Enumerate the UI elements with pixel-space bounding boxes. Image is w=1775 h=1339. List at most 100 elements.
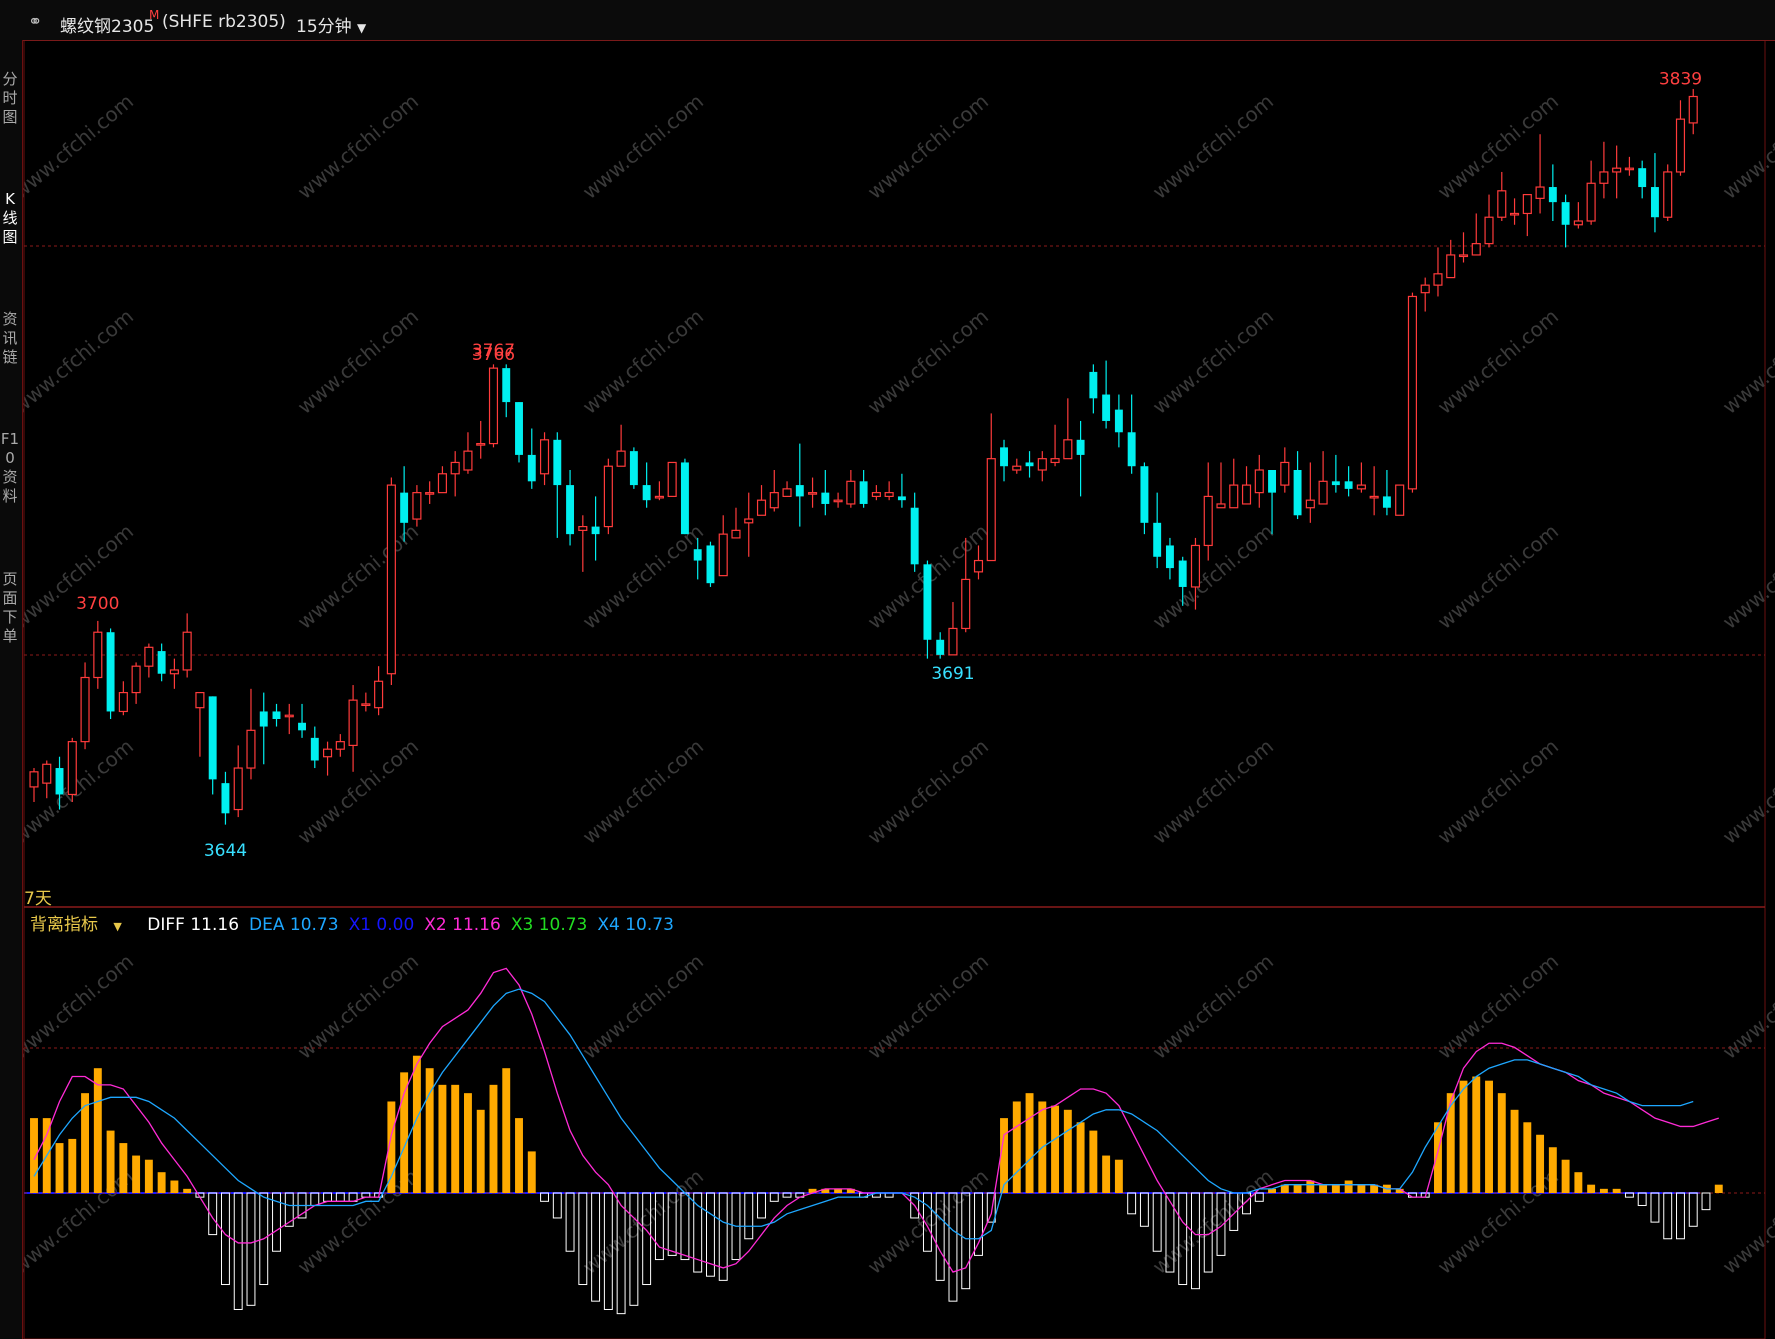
candle-body-down bbox=[923, 564, 932, 640]
candle-body-down bbox=[553, 439, 562, 486]
histogram-bar-negative bbox=[540, 1192, 549, 1202]
watermark-text: www.cfchi.com bbox=[293, 519, 423, 634]
histogram-bar-negative bbox=[974, 1192, 983, 1256]
tab-timeshare[interactable]: 分时图 bbox=[0, 70, 20, 127]
candle-body-up bbox=[1190, 544, 1201, 588]
instrument-code: (SHFE rb2305) bbox=[162, 12, 286, 32]
watermark-text: www.cfchi.com bbox=[863, 89, 993, 204]
watermark-text: www.cfchi.com bbox=[1148, 1164, 1278, 1279]
histogram-bar-positive bbox=[1446, 1093, 1455, 1193]
histogram-bar-positive bbox=[527, 1151, 536, 1193]
candle-body-down bbox=[298, 722, 306, 731]
candle-body-up bbox=[42, 763, 52, 784]
candle-body-up bbox=[1241, 484, 1252, 505]
candle-body-up bbox=[361, 703, 371, 707]
candle-body-up bbox=[1318, 480, 1328, 505]
watermark-text: www.cfchi.com bbox=[8, 89, 138, 204]
candle-body-up bbox=[476, 442, 486, 446]
histogram-bar-positive bbox=[1293, 1184, 1302, 1193]
range-label[interactable]: 7天 bbox=[24, 884, 52, 909]
candle-body-down bbox=[1382, 496, 1391, 508]
histogram-bar-positive bbox=[1472, 1076, 1481, 1193]
candle-body-up bbox=[1229, 484, 1239, 509]
instrument-name[interactable]: 螺纹钢2305 bbox=[60, 12, 154, 37]
watermark-text: www.cfchi.com bbox=[293, 304, 423, 419]
watermark-text: www.cfchi.com bbox=[1148, 304, 1278, 419]
chart-header-bar: ⚭ 螺纹钢2305 M (SHFE rb2305) 15分钟 ▼ bbox=[0, 0, 1775, 41]
candle-body-down bbox=[1638, 168, 1647, 188]
histogram-bar-negative bbox=[1152, 1192, 1162, 1252]
candle-body-up bbox=[1012, 465, 1022, 471]
histogram-bar-positive bbox=[1076, 1122, 1085, 1193]
candle-body-up bbox=[233, 767, 243, 811]
candle-body-up bbox=[948, 627, 958, 656]
tab-kline[interactable]: K线图 bbox=[0, 190, 20, 247]
candle-body-down bbox=[1089, 371, 1098, 399]
tab-f10[interactable]: F10资料 bbox=[0, 430, 20, 506]
histogram-bar-positive bbox=[1523, 1122, 1532, 1193]
indicator-header: 背离指标 ▼ DIFF 11.16 DEA 10.73 X1 0.00 X2 11.1… bbox=[30, 910, 694, 935]
histogram-bar-negative bbox=[769, 1192, 779, 1202]
watermark-text: www.cfchi.com bbox=[863, 304, 993, 419]
histogram-bar-positive bbox=[489, 1084, 498, 1193]
candle-body-up bbox=[1254, 469, 1264, 494]
watermark-text: www.cfchi.com bbox=[1718, 734, 1775, 849]
histogram-bar-positive bbox=[1051, 1105, 1060, 1193]
candle-body-down bbox=[208, 696, 217, 780]
histogram-bar-positive bbox=[1587, 1184, 1596, 1193]
histogram-bar-positive bbox=[144, 1159, 153, 1193]
tab-order[interactable]: 页面下单 bbox=[0, 570, 20, 646]
candle-body-down bbox=[936, 639, 945, 655]
indicator-selector[interactable]: 背离指标 ▼ bbox=[30, 915, 132, 935]
candle-body-up bbox=[808, 492, 818, 495]
period-selector[interactable]: 15分钟 ▼ bbox=[296, 12, 366, 37]
candle-body-up bbox=[1484, 216, 1494, 245]
watermark-text: www.cfchi.com bbox=[1148, 949, 1278, 1064]
candle-body-up bbox=[335, 741, 345, 750]
candle-body-up bbox=[718, 533, 728, 577]
candle-body-up bbox=[1369, 495, 1379, 499]
watermark-text: www.cfchi.com bbox=[578, 519, 708, 634]
candle-body-down bbox=[1293, 470, 1302, 516]
link-icon[interactable]: ⚭ bbox=[28, 12, 42, 32]
candle-body-up bbox=[1063, 439, 1073, 460]
candle-body-up bbox=[144, 646, 154, 667]
candle-body-up bbox=[1471, 243, 1481, 256]
candle-body-up bbox=[603, 465, 613, 528]
histogram-bar-positive bbox=[1434, 1122, 1442, 1193]
histogram-bar-negative bbox=[1688, 1192, 1698, 1227]
histogram-bar-positive bbox=[451, 1084, 460, 1193]
histogram-bar-negative bbox=[1139, 1192, 1149, 1227]
watermark-text: www.cfchi.com bbox=[1433, 519, 1563, 634]
candle-body-up bbox=[1663, 171, 1673, 218]
candle-body-down bbox=[527, 454, 536, 482]
candle-body-up bbox=[1420, 284, 1430, 294]
candle-body-down bbox=[859, 481, 868, 504]
candle-body-up bbox=[1535, 186, 1545, 199]
watermark-text: www.cfchi.com bbox=[863, 1164, 993, 1279]
candle-body-up bbox=[323, 748, 333, 758]
watermark-layer: www.cfchi.com www.cfchi.com www.cfchi.com w… bbox=[8, 89, 1775, 1279]
histogram-bar-negative bbox=[233, 1192, 243, 1310]
candle-body-down bbox=[55, 768, 64, 795]
candle-body-down bbox=[106, 632, 115, 712]
histogram-bar-positive bbox=[425, 1068, 434, 1193]
candle-body-up bbox=[731, 529, 741, 539]
histogram-bar-positive bbox=[55, 1143, 64, 1193]
histogram-bar-positive bbox=[1574, 1172, 1583, 1193]
candle-body-up bbox=[1037, 458, 1047, 471]
histogram-bar-positive bbox=[400, 1072, 409, 1193]
candle-body-down bbox=[1165, 545, 1174, 569]
chevron-down-icon: ▼ bbox=[357, 21, 367, 35]
candle-body-down bbox=[272, 711, 281, 719]
period-label: 15分钟 bbox=[296, 17, 352, 37]
candle-body-up bbox=[1522, 193, 1532, 215]
candle-body-up bbox=[348, 699, 358, 747]
chart-canvas[interactable]: www.cfchi.com www.cfchi.com www.cfchi.com w… bbox=[0, 0, 1775, 1339]
watermark-text: www.cfchi.com bbox=[8, 949, 138, 1064]
candle-body-up bbox=[1497, 190, 1507, 218]
candle-body-up bbox=[667, 461, 677, 498]
candle-body-up bbox=[463, 450, 473, 471]
tab-news[interactable]: 资讯链 bbox=[0, 310, 20, 367]
histogram-bar-positive bbox=[1114, 1159, 1123, 1193]
